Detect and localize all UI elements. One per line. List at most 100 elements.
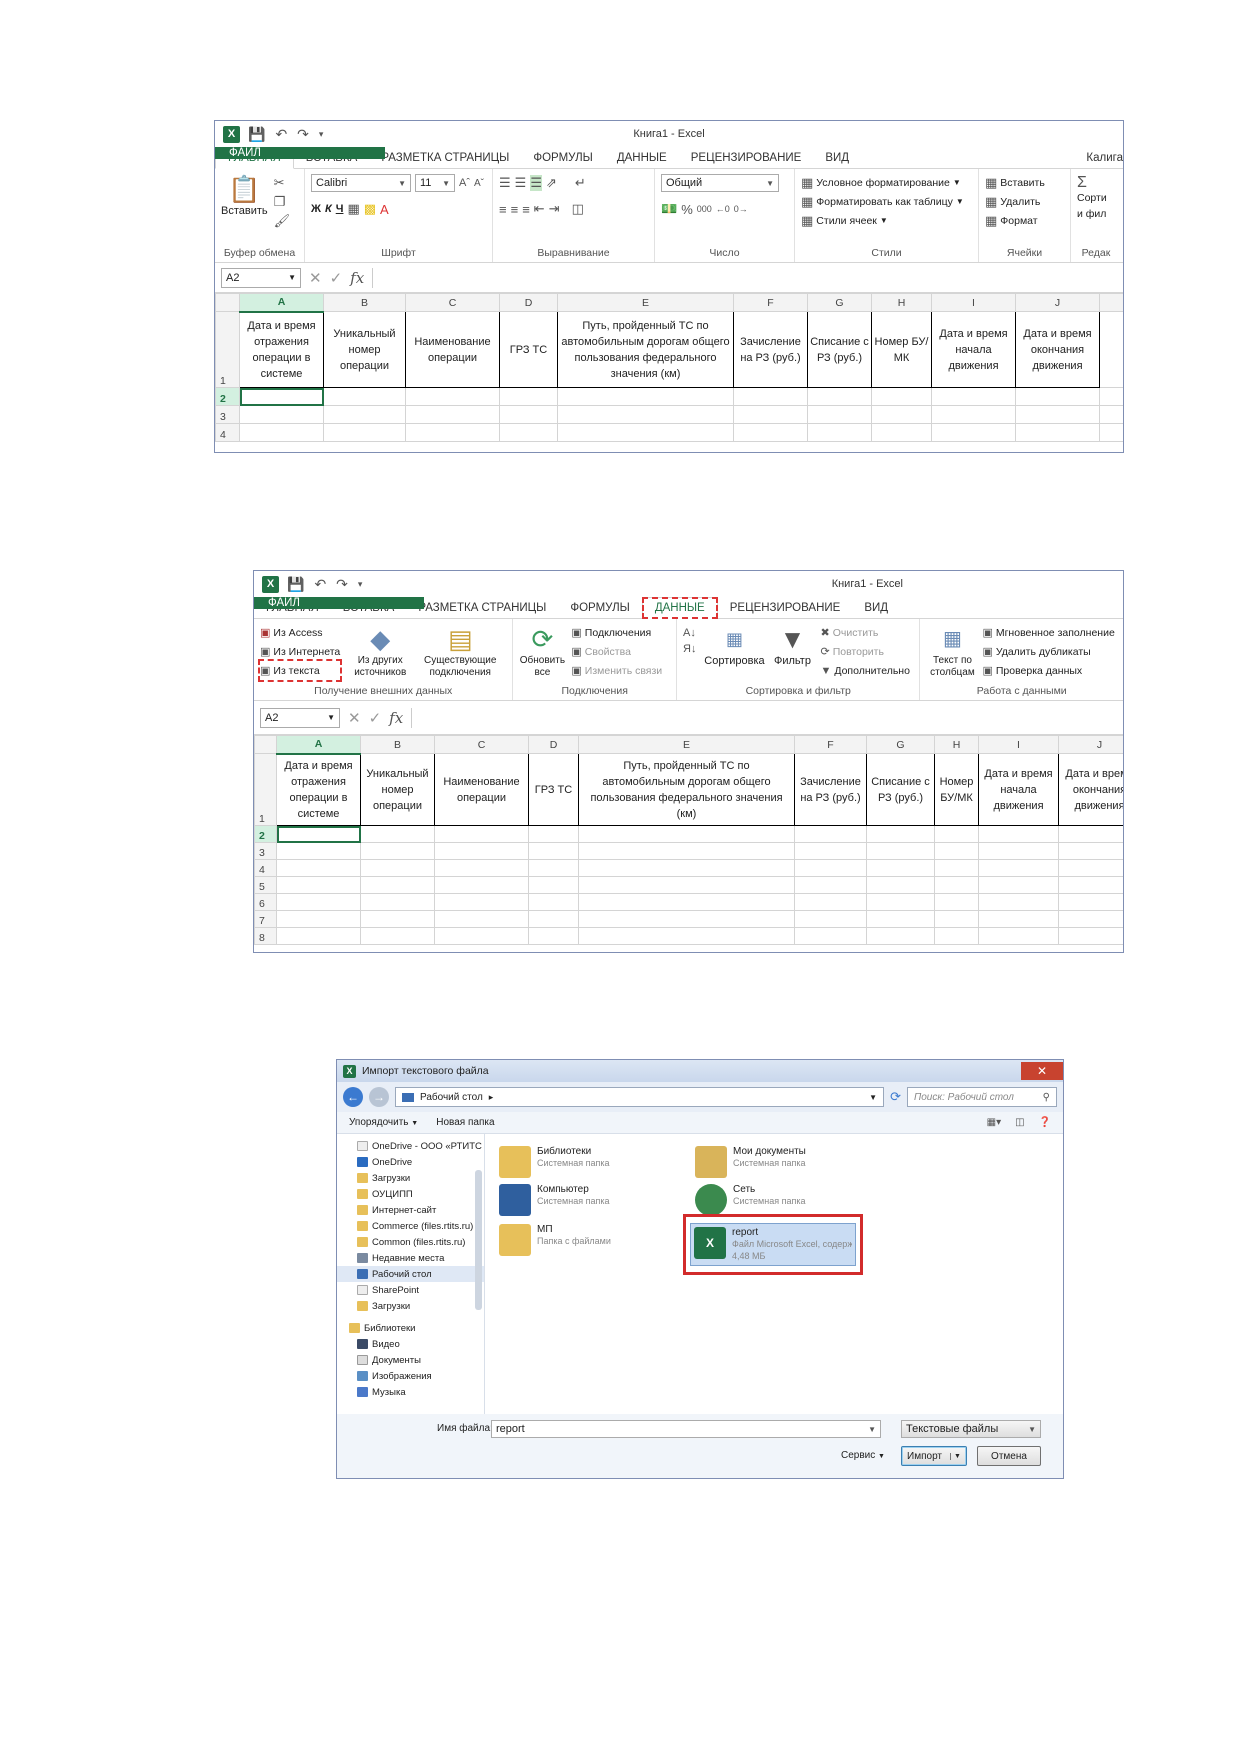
from-text-button[interactable]: ▣ Из текста [257, 659, 343, 682]
column-header[interactable]: A [276, 735, 361, 755]
table-header-cell[interactable]: Путь, пройденный ТС по автомобильным дор… [578, 753, 795, 826]
table-header-cell[interactable]: Дата и время отражения операции в систем… [276, 753, 361, 826]
data-validation-button[interactable]: ▣ Проверка данных [982, 661, 1114, 680]
table-header-cell[interactable]: Путь, пройденный ТС по автомобильным дор… [557, 311, 734, 388]
column-header[interactable]: E [578, 735, 795, 754]
new-folder-button[interactable]: Новая папка [436, 1117, 494, 1128]
tab-formulas[interactable]: ФОРМУЛЫ [558, 597, 641, 618]
forward-icon[interactable]: → [369, 1087, 389, 1107]
table-header-cell[interactable]: Наименование операции [434, 753, 529, 826]
tab-data[interactable]: ДАННЫЕ [641, 597, 718, 619]
table-header-cell[interactable]: ГРЗ ТС [499, 311, 558, 388]
remove-duplicates-button[interactable]: ▣ Удалить дубликаты [982, 642, 1114, 661]
align-bottom-icon[interactable]: ☰ [530, 175, 542, 191]
path-field[interactable]: Рабочий стол ▸ ▼ [395, 1087, 885, 1107]
refresh-all-button[interactable]: ⟳ Обновить все [519, 623, 565, 682]
fill-color-icon[interactable]: ▩ [364, 201, 376, 217]
nav-item[interactable]: Недавние места [337, 1250, 484, 1266]
redo-icon[interactable]: ↷ [336, 576, 348, 593]
sort-asc-icon[interactable]: A↓ [683, 627, 696, 639]
save-icon[interactable]: 💾 [287, 576, 304, 593]
wrap-text-icon[interactable]: ↵ [575, 175, 586, 191]
row-header[interactable]: 3 [215, 405, 240, 424]
align-top-icon[interactable]: ☰ [499, 175, 511, 191]
column-header[interactable]: D [499, 293, 558, 312]
row-header[interactable]: 1 [215, 311, 240, 388]
underline-button[interactable]: Ч [336, 203, 344, 215]
select-all-corner[interactable] [254, 735, 277, 754]
decrease-decimal-icon[interactable]: 0→ [734, 204, 748, 214]
percent-icon[interactable]: % [681, 202, 693, 217]
font-size-select[interactable]: 11 ▼ [415, 174, 455, 192]
sort-button[interactable]: ▦ Сортировка [704, 623, 764, 682]
column-header[interactable]: B [360, 735, 435, 754]
row-header[interactable]: 1 [254, 753, 277, 826]
formula-input[interactable] [411, 707, 1117, 728]
column-header[interactable]: C [434, 735, 529, 754]
nav-scrollbar[interactable] [475, 1170, 482, 1310]
flash-fill-button[interactable]: ▣ Мгновенное заполнение [982, 623, 1114, 642]
paste-button[interactable]: 📋 Вставить [221, 173, 268, 244]
active-cell[interactable] [276, 825, 361, 843]
confirm-entry-icon[interactable]: ✓ [369, 709, 382, 727]
preview-pane-icon[interactable]: ◫ [1015, 1117, 1024, 1128]
table-header-cell[interactable]: Наименование операции [405, 311, 500, 388]
nav-item[interactable]: SharePoint [337, 1282, 484, 1298]
view-options-icon[interactable]: ▦▾ [987, 1117, 1001, 1128]
format-as-table-button[interactable]: ▦ Форматировать как таблицу ▼ [801, 192, 972, 211]
tab-page-layout[interactable]: РАЗМЕТКА СТРАНИЦЫ [406, 597, 558, 618]
organize-button[interactable]: Упорядочить ▼ [349, 1117, 418, 1128]
column-header[interactable]: D [528, 735, 579, 754]
tab-formulas[interactable]: ФОРМУЛЫ [521, 147, 604, 168]
text-to-columns-button[interactable]: ▦ Текст по столбцам [926, 623, 978, 682]
tab-view[interactable]: ВИД [852, 597, 900, 618]
clear-filter-button[interactable]: ✖ Очистить [820, 623, 909, 642]
column-header[interactable]: H [871, 293, 932, 312]
merge-icon[interactable]: ◫ [572, 201, 584, 217]
nav-item[interactable]: Рабочий стол [337, 1266, 484, 1282]
save-icon[interactable]: 💾 [248, 126, 265, 143]
file-item[interactable]: МП Папка с файлами [499, 1224, 669, 1256]
column-header[interactable]: G [807, 293, 872, 312]
import-button[interactable]: Импорт ▼ [901, 1446, 967, 1466]
row-header[interactable]: 4 [215, 423, 240, 442]
align-left-icon[interactable]: ≡ [499, 202, 507, 217]
column-header[interactable]: A [239, 293, 324, 313]
nav-item[interactable]: OneDrive - ООО «РТИТС [337, 1138, 484, 1154]
customize-qat-icon[interactable]: ▾ [358, 579, 363, 590]
copy-icon[interactable]: ❐ [274, 194, 291, 210]
shrink-font-icon[interactable]: Aˇ [474, 178, 484, 189]
autosum-button[interactable]: Σ [1077, 173, 1115, 192]
cancel-entry-icon[interactable]: ✕ [348, 709, 361, 727]
back-icon[interactable]: ← [343, 1087, 363, 1107]
tab-review[interactable]: РЕЦЕНЗИРОВАНИЕ [679, 147, 814, 168]
row-header[interactable]: 3 [254, 842, 277, 860]
align-middle-icon[interactable]: ☰ [515, 175, 527, 191]
table-header-cell[interactable]: Уникальный номер операции [323, 311, 406, 388]
nav-item[interactable]: Музыка [337, 1384, 484, 1400]
column-header[interactable]: J [1015, 293, 1100, 312]
refresh-icon[interactable]: ⟳ [890, 1089, 901, 1105]
file-item[interactable]: Компьютер Системная папка [499, 1184, 669, 1216]
column-header[interactable]: C [405, 293, 500, 312]
insert-cells-button[interactable]: ▦ Вставить [985, 173, 1064, 192]
table-header-cell[interactable]: Списание с РЗ (руб.) [807, 311, 872, 388]
align-center-icon[interactable]: ≡ [511, 202, 519, 217]
orientation-icon[interactable]: ⇗ [546, 175, 557, 191]
column-header[interactable]: F [794, 735, 867, 754]
active-cell[interactable] [239, 387, 324, 406]
file-item-report[interactable]: X reportФайл Microsoft Excel, содержащ..… [683, 1214, 863, 1275]
cancel-entry-icon[interactable]: ✕ [309, 269, 322, 287]
table-header-cell[interactable]: ГРЗ ТС [528, 753, 579, 826]
nav-item-libraries[interactable]: Библиотеки [337, 1320, 484, 1336]
nav-item[interactable]: Документы [337, 1352, 484, 1368]
help-icon[interactable]: ❓ [1039, 1117, 1051, 1128]
thousands-icon[interactable]: 000 [697, 204, 712, 214]
chevron-down-icon[interactable]: ▼ [869, 1093, 877, 1102]
number-format-select[interactable]: Общий ▼ [661, 174, 779, 192]
row-header[interactable]: 2 [254, 825, 277, 843]
tab-file[interactable]: ФАЙЛ [215, 147, 385, 159]
connections-button[interactable]: ▣ Подключения [571, 623, 662, 642]
borders-icon[interactable]: ▦ [347, 201, 359, 217]
nav-item[interactable]: Изображения [337, 1368, 484, 1384]
